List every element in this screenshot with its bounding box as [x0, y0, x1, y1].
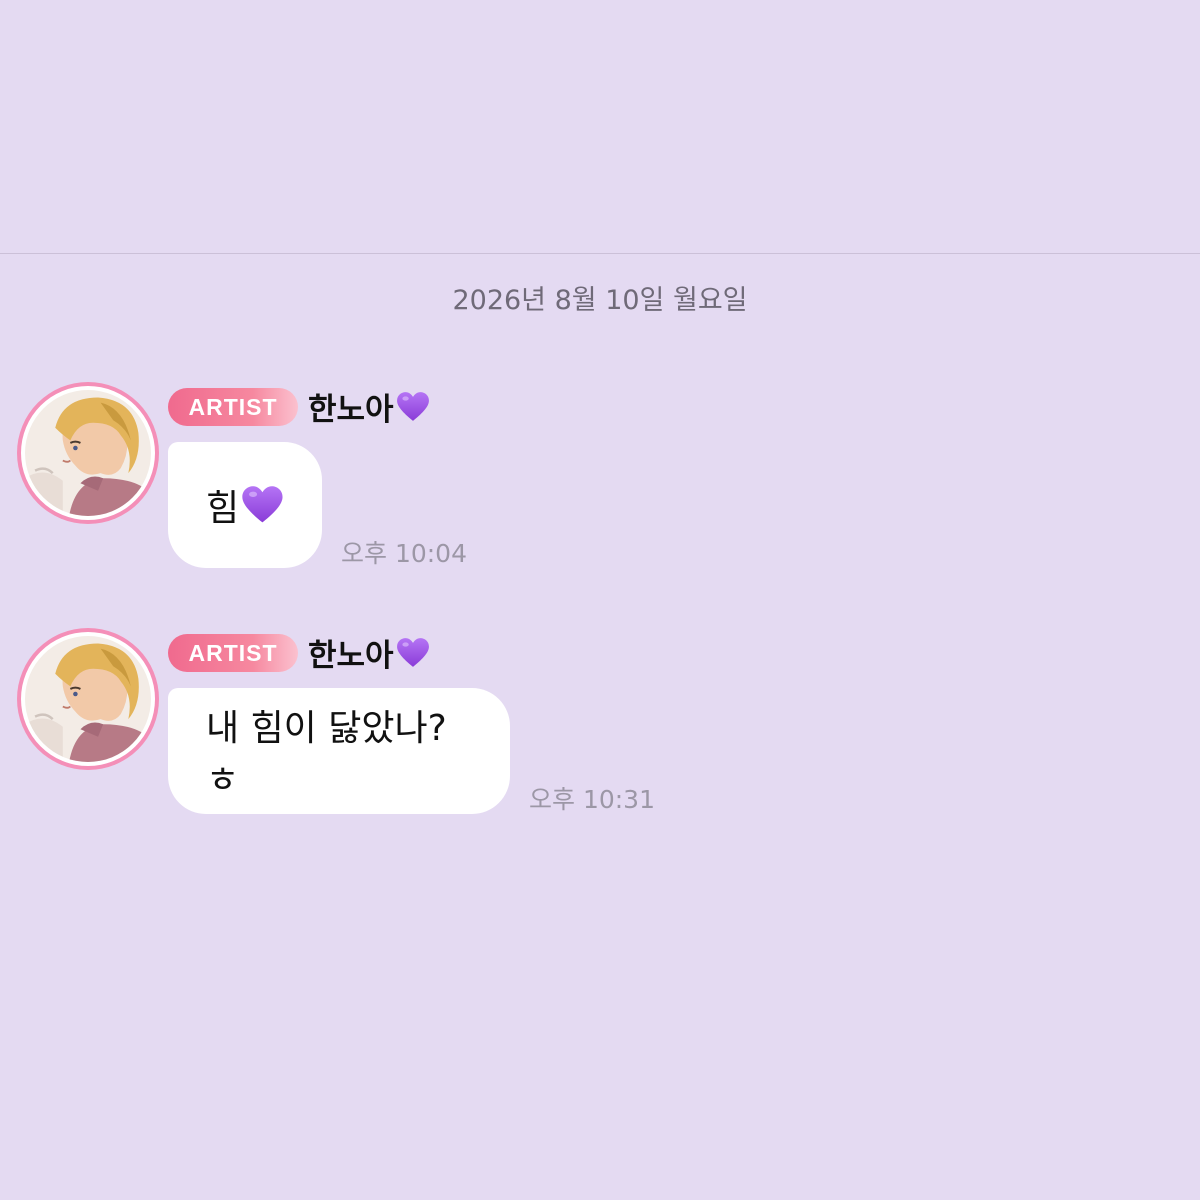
artist-badge: ARTIST	[168, 388, 298, 426]
message-text: 내 힘이 닳았나?ㅎ	[206, 708, 447, 801]
purple-heart-icon	[396, 391, 429, 421]
message-time: 오후 10:04	[341, 539, 467, 568]
sender-name-text: 한노아	[308, 392, 394, 428]
sender-name-text: 한노아	[308, 638, 394, 674]
sender-name[interactable]: 한노아	[308, 630, 430, 675]
message-time: 오후 10:31	[529, 785, 655, 814]
message-bubble[interactable]: 내 힘이 닳았나?ㅎ	[168, 688, 510, 814]
purple-heart-icon	[242, 486, 283, 523]
message-text: 힘	[206, 488, 240, 529]
artist-badge: ARTIST	[168, 634, 298, 672]
avatar[interactable]	[17, 382, 159, 524]
avatar-image	[25, 636, 151, 762]
chat-screen: 2026년 8월 10일 월요일 ARTIST 한노아 힘 오후 10:04 A…	[0, 0, 1200, 1200]
avatar[interactable]	[17, 628, 159, 770]
purple-heart-icon	[396, 637, 429, 667]
message-bubble[interactable]: 힘	[168, 442, 322, 568]
message-item: ARTIST 한노아 내 힘이 닳았나?ㅎ 오후 10:31	[0, 628, 1200, 828]
message-item: ARTIST 한노아 힘 오후 10:04	[0, 382, 1200, 582]
date-separator: 2026년 8월 10일 월요일	[452, 285, 748, 316]
avatar-image	[25, 390, 151, 516]
header-divider	[0, 253, 1200, 254]
sender-name[interactable]: 한노아	[308, 384, 430, 429]
